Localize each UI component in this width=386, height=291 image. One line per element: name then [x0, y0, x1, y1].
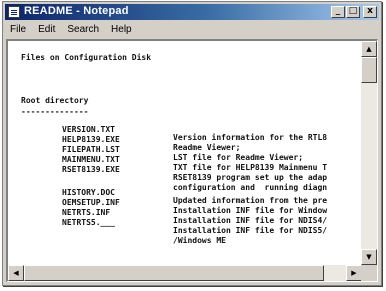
document-text[interactable]: Files on Configuration Disk Root directo… [8, 41, 362, 265]
scroll-up-button[interactable]: ▲ [361, 41, 377, 57]
file-name: NETRTS.INF [62, 207, 111, 217]
file-description: configuration and running diagn [173, 183, 328, 193]
file-description: RSET8139 program set up the adap [173, 173, 328, 183]
menu-search[interactable]: Search [61, 24, 105, 35]
vertical-scrollbar[interactable]: ▲ ▼ [361, 41, 377, 265]
file-row: configuration and running diagn [8, 167, 327, 192]
file-description: /Windows ME [173, 236, 226, 246]
horizontal-scroll-thumb[interactable] [24, 265, 324, 281]
scroll-left-button[interactable]: ◀ [8, 265, 24, 281]
file-name: NETRTS5.___ [62, 217, 115, 227]
window-title: README - Notepad [24, 5, 129, 17]
minimize-button[interactable]: _ [331, 6, 345, 18]
file-description: Updated information from the pre [173, 196, 328, 206]
file-description: LST file for Readme Viewer; [173, 153, 304, 163]
menu-bar: File Edit Search Help [5, 22, 379, 37]
scroll-down-button[interactable]: ▼ [361, 249, 377, 265]
file-description: Readme Viewer; [173, 143, 241, 153]
notepad-window: README - Notepad _ □ x File Edit Search … [2, 1, 382, 286]
file-row: MAINMENU.TXT TXT file for HELP8139 Mainm… [8, 147, 327, 172]
file-name: MAINMENU.TXT [62, 154, 120, 164]
file-name: RSET8139.EXE [62, 164, 120, 174]
close-button[interactable]: x [363, 6, 377, 18]
file-row: HISTORY.DOC Updated information from the… [8, 180, 327, 205]
section-separator: -------------- [21, 106, 89, 116]
file-name: OEMSETUP.INF [62, 197, 120, 207]
text-editor[interactable]: Files on Configuration Disk Root directo… [6, 39, 378, 282]
separator-line: -------------- [8, 99, 88, 115]
file-name: HISTORY.DOC [62, 187, 115, 197]
file-row: /Windows ME [8, 220, 226, 245]
title-bar[interactable]: README - Notepad _ □ x [5, 4, 379, 20]
horizontal-scrollbar[interactable]: ◀ ▶ [8, 265, 362, 281]
file-row: FILEPATH.LST LST file for Readme Viewer; [8, 137, 303, 162]
size-grip[interactable] [361, 265, 377, 281]
file-row: HELP8139.EXE Readme Viewer; [8, 127, 240, 152]
file-description: Installation INF file for NDIS4/ [173, 216, 328, 226]
section-title-line: Root directory [8, 88, 88, 104]
file-row: VERSION.TXT Version information for the … [8, 117, 327, 142]
document-heading-line: Files on Configuration Disk [8, 45, 151, 61]
maximize-button[interactable]: □ [346, 6, 360, 18]
document-heading: Files on Configuration Disk [21, 52, 152, 62]
file-description: Installation INF file for Window [173, 206, 328, 216]
menu-help[interactable]: Help [105, 24, 138, 35]
menu-edit[interactable]: Edit [32, 24, 61, 35]
scroll-right-button[interactable]: ▶ [346, 265, 362, 281]
vertical-scroll-thumb[interactable] [361, 57, 377, 83]
window-controls: _ □ x [331, 6, 377, 18]
file-description: Installation INF file for NDIS5/ [173, 226, 328, 236]
file-name: FILEPATH.LST [62, 144, 120, 154]
menu-file[interactable]: File [5, 24, 32, 35]
file-name: HELP8139.EXE [62, 134, 120, 144]
file-row: OEMSETUP.INF Installation INF file for W… [8, 190, 327, 215]
file-name: VERSION.TXT [62, 124, 115, 134]
file-description: Version information for the RTL8 [173, 133, 328, 143]
file-row: NETRTS.INF Installation INF file for NDI… [8, 200, 327, 225]
file-row: NETRTS5.___ Installation INF file for ND… [8, 210, 327, 235]
file-description: TXT file for HELP8139 Mainmenu T [173, 163, 328, 173]
notepad-icon[interactable] [8, 6, 20, 18]
file-row: RSET8139.EXE RSET8139 program set up the… [8, 157, 327, 182]
